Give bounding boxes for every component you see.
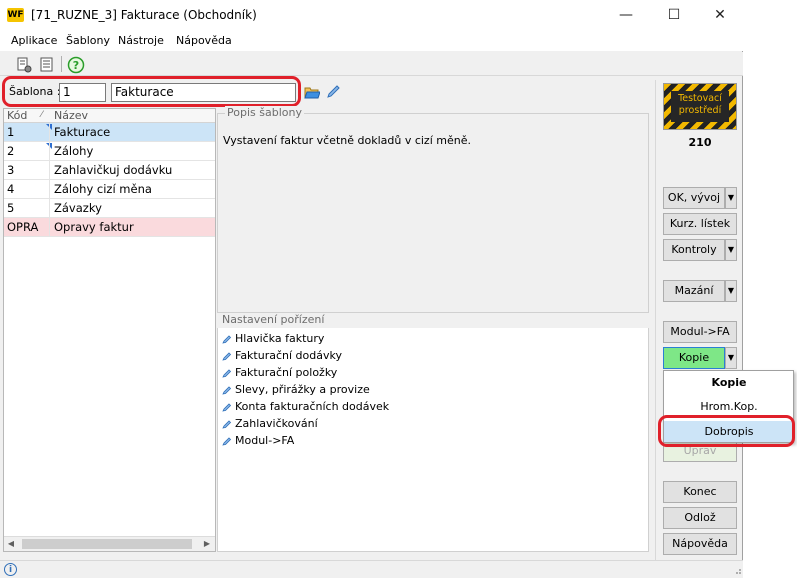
pencil-icon <box>222 386 232 395</box>
menu-napoveda[interactable]: Nápověda <box>176 34 232 47</box>
table-row[interactable]: 5 Závazky <box>4 199 215 218</box>
settings-document-icon[interactable] <box>14 55 32 73</box>
list-item-label: Zahlavičkování <box>235 417 318 430</box>
environment-number: 210 <box>688 136 712 149</box>
description-label: Popis šablony <box>225 106 304 119</box>
list-item[interactable]: Zahlavičkování <box>222 417 318 430</box>
test-environment-badge: Testovací prostředí <box>663 83 737 130</box>
list-item[interactable]: Hlavička faktury <box>222 332 324 345</box>
menu-item-bulk-copy[interactable]: Hrom.Kop. <box>664 396 794 417</box>
cell-name: Závazky <box>54 201 102 215</box>
menu-sablony[interactable]: Šablony <box>66 34 110 47</box>
table-row[interactable]: OPRA Opravy faktur <box>4 218 215 237</box>
annotation-highlight-credit-note <box>658 415 795 447</box>
delete-button[interactable]: Mazání <box>663 280 725 302</box>
right-panel-divider <box>655 80 656 560</box>
status-bar <box>0 560 743 578</box>
open-folder-icon[interactable] <box>304 85 321 100</box>
menu-bar <box>0 31 743 51</box>
sort-icon: ⁄ <box>41 110 43 120</box>
grid-header-code[interactable]: Kód <box>7 109 27 122</box>
checks-dropdown-icon[interactable]: ▼ <box>725 239 737 261</box>
menu-aplikace[interactable]: Aplikace <box>11 34 57 47</box>
grid-column-divider <box>49 123 50 237</box>
cell-code: 4 <box>7 182 15 196</box>
maximize-icon[interactable]: ☐ <box>651 0 697 31</box>
close-icon[interactable]: ✕ <box>697 0 743 31</box>
checks-button[interactable]: Kontroly <box>663 239 725 261</box>
list-item-label: Fakturační položky <box>235 366 338 379</box>
pencil-icon <box>222 352 232 361</box>
help-icon[interactable]: ? <box>66 55 85 74</box>
list-item-label: Fakturační dodávky <box>235 349 342 362</box>
cell-code: 3 <box>7 163 15 177</box>
pencil-icon <box>222 335 232 344</box>
list-item[interactable]: Slevy, přirážky a provize <box>222 383 370 396</box>
toolbar <box>0 52 743 76</box>
list-item[interactable]: Modul->FA <box>222 434 294 447</box>
help-button[interactable]: Nápověda <box>663 533 737 555</box>
pencil-icon <box>222 420 232 429</box>
delete-dropdown-icon[interactable]: ▼ <box>725 280 737 302</box>
edit-pencil-icon[interactable] <box>325 84 341 100</box>
table-row[interactable]: 4 Zálohy cizí měna <box>4 180 215 199</box>
pencil-icon <box>222 437 232 446</box>
copy-dropdown-icon[interactable]: ▼ <box>725 347 737 369</box>
copy-button[interactable]: Kopie <box>663 347 725 369</box>
scroll-right-icon[interactable]: ▶ <box>200 538 214 550</box>
pencil-icon <box>222 369 232 378</box>
ok-dev-button[interactable]: OK, vývoj <box>663 187 725 209</box>
cell-code: 1 <box>7 125 15 139</box>
list-item-label: Konta fakturačních dodávek <box>235 400 390 413</box>
resize-grip-icon[interactable] <box>732 565 742 575</box>
list-item-label: Modul->FA <box>235 434 295 447</box>
list-item-label: Hlavička faktury <box>235 332 325 345</box>
list-item[interactable]: Konta fakturačních dodávek <box>222 400 389 413</box>
app-logo-icon: WF <box>7 8 24 22</box>
pencil-icon <box>222 403 232 412</box>
cell-code: 2 <box>7 144 15 158</box>
list-item[interactable]: Fakturační položky <box>222 366 337 379</box>
grid-header <box>4 109 215 123</box>
settings-label: Nastavení pořízení <box>220 313 327 326</box>
toolbar-separator <box>61 56 62 72</box>
table-row[interactable]: 3 Zahlavičkuj dodávku <box>4 161 215 180</box>
list-item[interactable]: Fakturační dodávky <box>222 349 342 362</box>
cell-name: Zahlavičkuj dodávku <box>54 163 173 177</box>
list-item-label: Slevy, přirážky a provize <box>235 383 370 396</box>
end-button[interactable]: Konec <box>663 481 737 503</box>
description-text: Vystavení faktur včetně dokladů v cizí m… <box>223 134 471 147</box>
cell-name: Opravy faktur <box>54 220 134 234</box>
scroll-left-icon[interactable]: ◀ <box>4 538 18 550</box>
cell-name: Zálohy <box>54 144 94 158</box>
menu-item-copy[interactable]: Kopie <box>664 372 794 393</box>
grid-header-name[interactable]: Název <box>54 109 88 122</box>
table-row[interactable]: 2 Zálohy <box>4 142 215 161</box>
annotation-highlight-template <box>2 76 301 107</box>
menu-nastroje[interactable]: Nástroje <box>118 34 164 47</box>
exchange-rate-button[interactable]: Kurz. lístek <box>663 213 737 235</box>
table-row[interactable]: 1 Fakturace <box>4 123 215 142</box>
postpone-button[interactable]: Odlož <box>663 507 737 529</box>
info-icon[interactable]: i <box>4 563 17 576</box>
test-environment-text: Testovací prostředí <box>678 93 722 116</box>
minimize-icon[interactable]: — <box>603 0 649 31</box>
scrollbar-thumb[interactable] <box>22 539 192 549</box>
cell-name: Fakturace <box>54 125 111 139</box>
window-title: [71_RUZNE_3] Fakturace (Obchodník) <box>31 8 257 22</box>
cell-code: 5 <box>7 201 15 215</box>
help-glyph: ? <box>73 59 79 72</box>
ok-dev-dropdown-icon[interactable]: ▼ <box>725 187 737 209</box>
cell-code: OPRA <box>7 220 39 234</box>
cell-name: Zálohy cizí měna <box>54 182 152 196</box>
module-fa-button[interactable]: Modul->FA <box>663 321 737 343</box>
list-document-icon[interactable] <box>37 55 55 73</box>
